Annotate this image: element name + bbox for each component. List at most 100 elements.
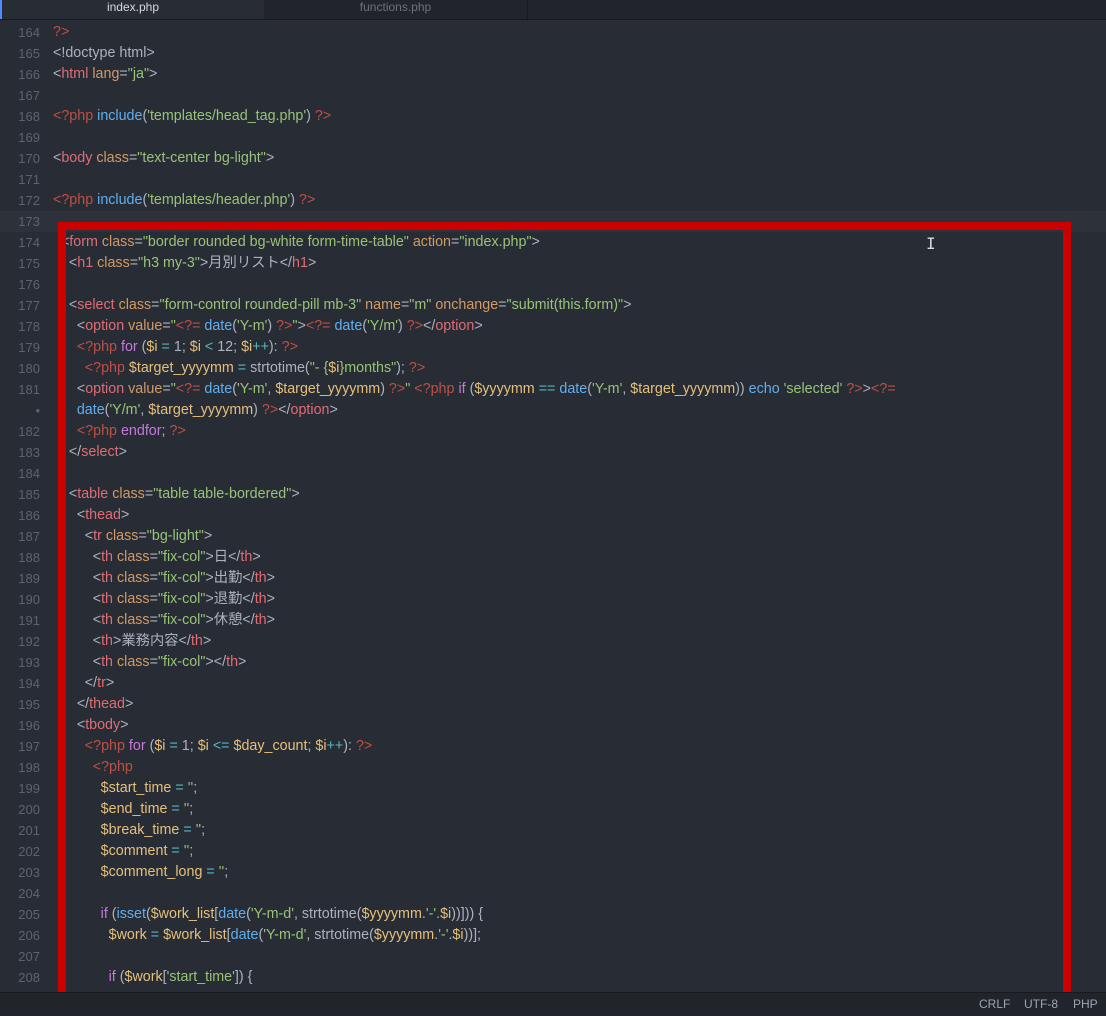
line-number[interactable]: 203	[0, 862, 40, 883]
line-number[interactable]: 179	[0, 337, 40, 358]
line-number[interactable]: 175	[0, 253, 40, 274]
line-number[interactable]: 168	[0, 106, 40, 127]
line-number[interactable]: 193	[0, 652, 40, 673]
code-line[interactable]: 206 $work = $work_list[date('Y-m-d', str…	[0, 925, 1106, 946]
code-line[interactable]: 172 <?php include('templates/header.php')…	[0, 190, 1106, 211]
code-line[interactable]: 180 <?php $target_yyyymm = strtotime("- …	[0, 358, 1106, 379]
line-number[interactable]: 180	[0, 358, 40, 379]
encoding-indicator[interactable]: UTF-8	[1024, 997, 1058, 1011]
code-line[interactable]: 165 <!doctype html>	[0, 43, 1106, 64]
line-number[interactable]: 167	[0, 85, 40, 106]
code-line[interactable]: 191 <th class="fix-col">休憩</th>	[0, 610, 1106, 631]
code-line[interactable]: 204	[0, 883, 1106, 904]
line-number[interactable]: 174	[0, 232, 40, 253]
code-line[interactable]: 193 <th class="fix-col"></th>	[0, 652, 1106, 673]
code-line[interactable]: 197 <?php for ($i = 1; $i <= $day_count;…	[0, 736, 1106, 757]
code-line[interactable]: 198 <?php	[0, 757, 1106, 778]
line-number[interactable]: 182	[0, 421, 40, 442]
line-number[interactable]: 164	[0, 22, 40, 43]
code-line[interactable]: 164 ?>	[0, 22, 1106, 43]
code-line[interactable]: 188 <th class="fix-col">日</th>	[0, 547, 1106, 568]
line-number[interactable]: 201	[0, 820, 40, 841]
code-line[interactable]: 181 <option value="<?= date('Y-m', $targ…	[0, 379, 1106, 400]
tab-functions-php[interactable]: functions.php	[264, 0, 528, 19]
line-number[interactable]: 192	[0, 631, 40, 652]
line-number[interactable]: 205	[0, 904, 40, 925]
code-line[interactable]: 192 <th>業務内容</th>	[0, 631, 1106, 652]
line-number[interactable]: 190	[0, 589, 40, 610]
line-number[interactable]: 202	[0, 841, 40, 862]
code-line[interactable]: 207	[0, 946, 1106, 967]
line-number[interactable]: 208	[0, 967, 40, 988]
line-number[interactable]: 165	[0, 43, 40, 64]
code-line[interactable]: 174 <form class="border rounded bg-white…	[0, 232, 1106, 253]
code-line[interactable]: 195 </thead>	[0, 694, 1106, 715]
code-line[interactable]: 199 $start_time = '';	[0, 778, 1106, 799]
code-line[interactable]: 189 <th class="fix-col">出勤</th>	[0, 568, 1106, 589]
code-line[interactable]: 187 <tr class="bg-light">	[0, 526, 1106, 547]
line-number[interactable]: 194	[0, 673, 40, 694]
line-number[interactable]: 189	[0, 568, 40, 589]
code-line[interactable]: 203 $comment_long = '';	[0, 862, 1106, 883]
line-number[interactable]: 169	[0, 127, 40, 148]
line-number[interactable]: 184	[0, 463, 40, 484]
code-line[interactable]: 178 <option value="<?= date('Y-m') ?>"><…	[0, 316, 1106, 337]
code-line[interactable]: 208 if ($work['start_time']) {	[0, 967, 1106, 988]
code-line[interactable]: 173	[0, 211, 1106, 232]
code-line[interactable]: • date('Y/m', $target_yyyymm) ?></option…	[0, 400, 1106, 421]
line-number[interactable]: 176	[0, 274, 40, 295]
line-number[interactable]: 173	[0, 211, 40, 232]
code-line[interactable]: 168 <?php include('templates/head_tag.php…	[0, 106, 1106, 127]
code-token: "index.php"	[459, 234, 532, 250]
code-line[interactable]: 175 <h1 class="h3 my-3">月別リスト</h1>	[0, 253, 1106, 274]
code-line[interactable]: 177 <select class="form-control rounded-…	[0, 295, 1106, 316]
line-number[interactable]: 188	[0, 547, 40, 568]
code-line[interactable]: 176	[0, 274, 1106, 295]
code-line[interactable]: 183 </select>	[0, 442, 1106, 463]
code-line[interactable]: 186 <thead>	[0, 505, 1106, 526]
code-line[interactable]: 182 <?php endfor; ?>	[0, 421, 1106, 442]
line-number[interactable]: 181	[0, 379, 40, 400]
line-number[interactable]: 170	[0, 148, 40, 169]
line-number[interactable]: 185	[0, 484, 40, 505]
code-line[interactable]: 201 $break_time = '';	[0, 820, 1106, 841]
code-line[interactable]: 179 <?php for ($i = 1; $i < 12; $i++): ?…	[0, 337, 1106, 358]
code-editor[interactable]: 164 ?> 165 <!doctype html> 166 <html lang="ja…	[0, 22, 1106, 991]
code-line[interactable]: 166 <html lang="ja">	[0, 64, 1106, 85]
line-number[interactable]: 199	[0, 778, 40, 799]
line-number[interactable]: 207	[0, 946, 40, 967]
line-number[interactable]: 186	[0, 505, 40, 526]
code-line[interactable]: 202 $comment = '';	[0, 841, 1106, 862]
line-number[interactable]: 204	[0, 883, 40, 904]
line-number[interactable]: 197	[0, 736, 40, 757]
line-number[interactable]: 183	[0, 442, 40, 463]
line-number[interactable]: •	[0, 400, 40, 421]
code-line[interactable]: 190 <th class="fix-col">退勤</th>	[0, 589, 1106, 610]
code-line[interactable]: 185 <table class="table table-bordered">	[0, 484, 1106, 505]
code-line[interactable]: 169	[0, 127, 1106, 148]
grammar-indicator[interactable]: PHP	[1073, 997, 1098, 1011]
line-number[interactable]: 177	[0, 295, 40, 316]
line-number[interactable]: 195	[0, 694, 40, 715]
code-line[interactable]: 200 $end_time = '';	[0, 799, 1106, 820]
code-line[interactable]: 167	[0, 85, 1106, 106]
line-number[interactable]: 178	[0, 316, 40, 337]
line-number[interactable]: 191	[0, 610, 40, 631]
line-number[interactable]: 171	[0, 169, 40, 190]
line-number[interactable]: 206	[0, 925, 40, 946]
line-number[interactable]: 172	[0, 190, 40, 211]
line-number[interactable]: 196	[0, 715, 40, 736]
line-number[interactable]: 166	[0, 64, 40, 85]
line-ending-indicator[interactable]: CRLF	[979, 997, 1010, 1011]
code-line[interactable]: 194 </tr>	[0, 673, 1106, 694]
line-number[interactable]: 198	[0, 757, 40, 778]
tab-index-php[interactable]: index.php	[0, 0, 264, 19]
code-line[interactable]: 205 if (isset($work_list[date('Y-m-d', s…	[0, 904, 1106, 925]
line-number[interactable]: 187	[0, 526, 40, 547]
line-number[interactable]: 200	[0, 799, 40, 820]
code-line[interactable]: 196 <tbody>	[0, 715, 1106, 736]
code-line[interactable]: 170 <body class="text-center bg-light">	[0, 148, 1106, 169]
code-token: <?php	[84, 360, 125, 376]
code-line[interactable]: 171	[0, 169, 1106, 190]
code-line[interactable]: 184	[0, 463, 1106, 484]
